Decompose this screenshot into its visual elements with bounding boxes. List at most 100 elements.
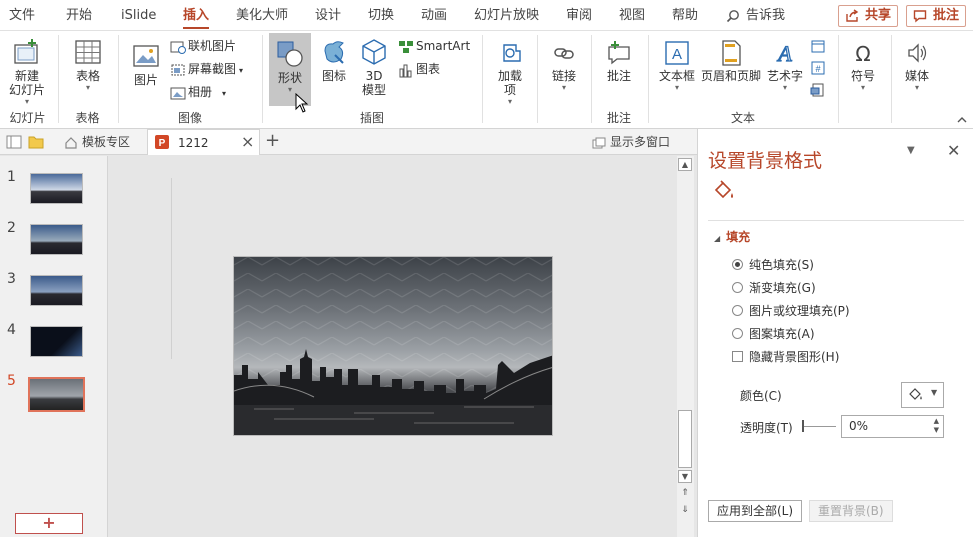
online-pictures-button[interactable]: 联机图片 [170, 36, 236, 56]
scroll-thumb[interactable] [678, 410, 692, 468]
scroll-up-button[interactable]: ▲ [678, 158, 692, 171]
addins-button[interactable]: 加载 项 ▾ [490, 39, 530, 107]
omega-icon: Ω [855, 42, 870, 66]
comments-button[interactable]: 批注 [906, 5, 966, 27]
collapse-ribbon-icon[interactable] [956, 115, 968, 125]
menu-file[interactable]: 文件 [9, 0, 35, 31]
slide-editor [109, 156, 677, 537]
menu-slideshow[interactable]: 幻灯片放映 [474, 0, 539, 31]
fill-bucket-icon[interactable] [712, 179, 736, 203]
previous-slide-button[interactable]: ⇑ [678, 487, 692, 500]
table-icon [75, 40, 101, 64]
object-icon[interactable] [810, 82, 826, 98]
close-icon[interactable]: × [241, 130, 254, 154]
addins-label: 加载 项 [497, 69, 522, 97]
svg-text:P: P [159, 138, 166, 149]
radio-selected[interactable] [732, 259, 743, 270]
new-slide-button[interactable]: 新建 幻灯片 ▾ [2, 37, 52, 107]
album-button[interactable]: 相册 ▾ [170, 82, 226, 102]
menu-home[interactable]: 开始 [66, 0, 92, 31]
share-label: 共享 [865, 8, 892, 23]
apply-to-all-button[interactable]: 应用到全部(L) [708, 500, 803, 522]
pattern-fill-option[interactable]: 图案填充(A) [732, 326, 815, 342]
ribbon: 新建 幻灯片 ▾ 幻灯片 表格 ▾ 表格 图片 联机图片 屏幕截图 ▾ 相册 ▾ 图像 [0, 31, 973, 129]
screenshot-button[interactable]: 屏幕截图 ▾ [170, 59, 243, 79]
menu-islide[interactable]: iSlide [121, 0, 156, 31]
menu-beautify[interactable]: 美化大师 [236, 0, 288, 31]
media-label: 媒体 [904, 69, 929, 83]
new-tab-button[interactable]: + [265, 129, 280, 153]
close-icon[interactable]: ✕ [947, 141, 960, 160]
picture-label: 图片 [133, 73, 158, 87]
media-button[interactable]: 媒体 ▾ [897, 39, 937, 93]
3d-model-icon [362, 39, 386, 65]
icons-button[interactable]: 图标 [316, 37, 352, 83]
picture-texture-fill-option[interactable]: 图片或纹理填充(P) [732, 303, 850, 319]
album-icon [170, 87, 186, 99]
scroll-down-button[interactable]: ▼ [678, 470, 692, 483]
menu-insert[interactable]: 插入 [183, 0, 210, 31]
menu-transitions[interactable]: 切换 [368, 0, 394, 31]
screenshot-label: 屏幕截图 [188, 62, 237, 76]
slide-number: 2 [7, 220, 16, 236]
hide-background-graphics-option[interactable]: 隐藏背景图形(H) [732, 349, 839, 365]
shapes-label: 形状 [277, 71, 302, 85]
spinner-icon[interactable]: ▲ ▼ [934, 417, 939, 435]
transparency-slider-track[interactable] [802, 426, 836, 427]
gradient-fill-option[interactable]: 渐变填充(G) [732, 280, 816, 296]
new-comment-button[interactable]: 批注 [599, 39, 639, 83]
header-footer-label: 页眉和页脚 [700, 69, 761, 83]
slide-canvas[interactable] [233, 256, 553, 436]
menu-view[interactable]: 视图 [619, 0, 645, 31]
link-button[interactable]: 链接 ▾ [544, 39, 584, 93]
divider [648, 35, 649, 123]
wordart-button[interactable]: A 艺术字 ▾ [764, 39, 806, 93]
tell-me[interactable]: 告诉我 [726, 0, 785, 31]
menu-help[interactable]: 帮助 [672, 0, 698, 31]
3d-models-button[interactable]: 3D 模型 [356, 37, 392, 97]
editor-scrollbar[interactable]: ▲ ▼ ⇑ ⇓ [677, 156, 694, 537]
slide-thumbnail-selected[interactable] [28, 377, 85, 412]
addins-icon [503, 44, 521, 62]
picture-button[interactable]: 图片 [128, 41, 164, 87]
symbols-button[interactable]: Ω 符号 ▾ [843, 39, 883, 93]
slide-number-icon[interactable]: # [810, 60, 826, 76]
next-slide-button[interactable]: ⇓ [678, 504, 692, 517]
header-footer-button[interactable]: 页眉和页脚 [700, 39, 762, 83]
color-picker-button[interactable]: ▼ [901, 382, 944, 408]
date-time-icon[interactable] [810, 38, 826, 54]
menu-bar: 文件 开始 iSlide 插入 美化大师 设计 切换 动画 幻灯片放映 审阅 视… [0, 0, 973, 31]
menu-design[interactable]: 设计 [315, 0, 341, 31]
link-icon [554, 48, 574, 59]
checkbox[interactable] [732, 351, 743, 362]
chart-button[interactable]: 图表 [398, 59, 440, 79]
reset-background-button[interactable]: 重置背景(B) [809, 500, 893, 522]
slide-thumbnail-pane: 1 2 3 4 5 + [0, 156, 108, 537]
pane-options-icon[interactable]: ▼ [907, 145, 915, 156]
radio[interactable] [732, 282, 743, 293]
textbox-button[interactable]: A 文本框 ▾ [658, 39, 696, 93]
solid-fill-option[interactable]: 纯色填充(S) [732, 257, 814, 273]
slide-thumbnail[interactable] [30, 275, 83, 306]
show-multi-window-button[interactable]: 显示多窗口 [592, 129, 670, 155]
fill-section-header[interactable]: ◢ 填充 [714, 228, 750, 245]
comments-label: 批注 [933, 8, 960, 23]
powerpoint-icon: P [155, 135, 169, 149]
template-zone-tab[interactable]: 模板专区 [64, 129, 130, 155]
radio[interactable] [732, 328, 743, 339]
smartart-button[interactable]: SmartArt [398, 36, 470, 56]
transparency-slider-thumb[interactable] [802, 420, 804, 432]
table-button[interactable]: 表格 ▾ [66, 37, 110, 93]
menu-review[interactable]: 审阅 [566, 0, 592, 31]
transparency-input[interactable]: 0% ▲ ▼ [841, 415, 944, 438]
add-slide-button[interactable]: + [15, 513, 83, 534]
slide-thumbnail[interactable] [30, 224, 83, 255]
share-button[interactable]: 共享 [838, 5, 898, 27]
document-tab[interactable]: P 1212 × [147, 129, 260, 155]
folder-icon[interactable] [28, 135, 44, 149]
menu-animations[interactable]: 动画 [421, 0, 447, 31]
panel-toggle-icon[interactable] [6, 135, 22, 149]
radio[interactable] [732, 305, 743, 316]
slide-thumbnail[interactable] [30, 173, 83, 204]
slide-thumbnail[interactable] [30, 326, 83, 357]
